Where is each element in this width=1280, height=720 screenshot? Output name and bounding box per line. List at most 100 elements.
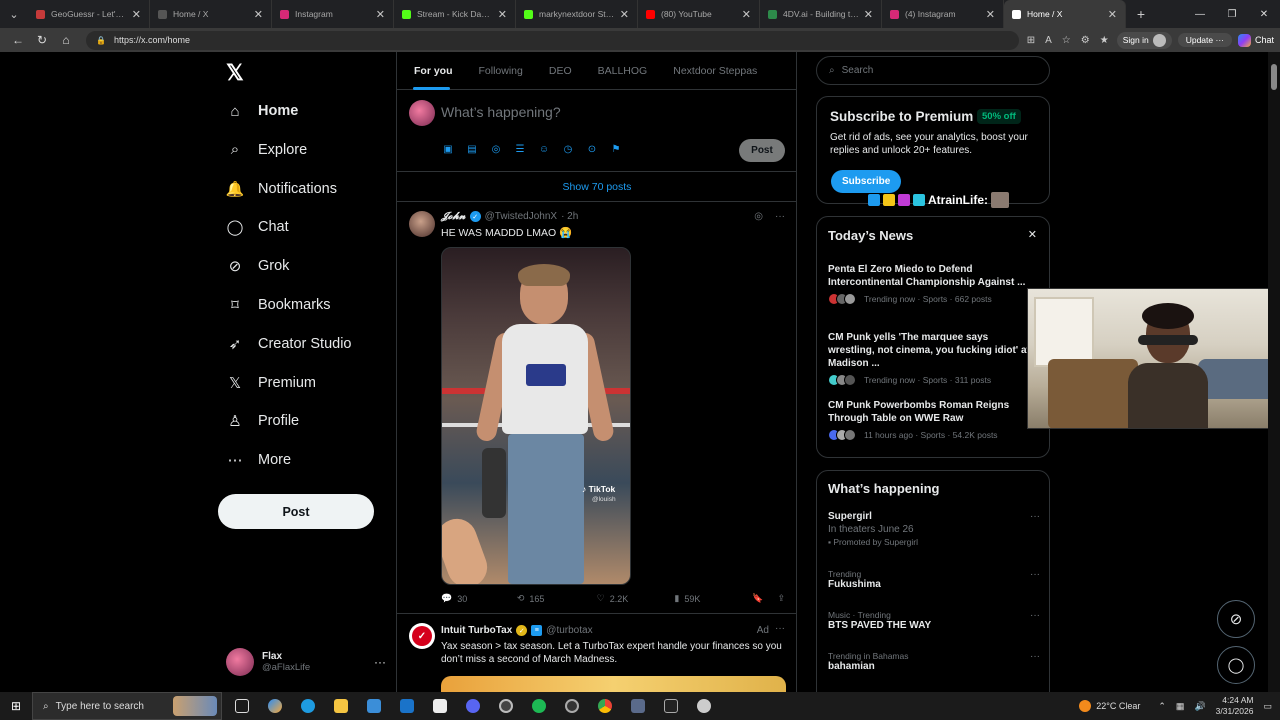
taskbar-search[interactable]: ⌕ Type here to search: [32, 692, 222, 720]
reply-button[interactable]: 💬 30: [441, 593, 517, 604]
location-icon[interactable]: ⊙: [585, 142, 599, 156]
messages-fab[interactable]: ◯: [1217, 646, 1255, 684]
grok-icon[interactable]: ◎: [489, 142, 503, 156]
more-dots-icon[interactable]: ···: [1030, 651, 1040, 662]
scroll-thumb[interactable]: [1271, 64, 1277, 90]
close-icon[interactable]: ✕: [1028, 228, 1037, 241]
refresh-icon[interactable]: ↻: [30, 33, 54, 47]
trend-item[interactable]: Supergirl In theaters June 26 ▪ Promoted b…: [828, 511, 1040, 547]
app-icon[interactable]: [556, 692, 587, 720]
tweet-time[interactable]: · 2h: [561, 211, 578, 222]
news-item[interactable]: Penta El Zero Miedo to Defend Interconti…: [828, 263, 1033, 305]
views-button[interactable]: ▮ 59K: [674, 593, 752, 604]
news-item[interactable]: CM Punk Powerbombs Roman Reigns Through …: [828, 399, 1033, 441]
file-explorer-icon[interactable]: [325, 692, 356, 720]
close-tab-icon[interactable]: ✕: [254, 8, 263, 21]
account-switcher[interactable]: Flax @aFlaxLife ···: [226, 644, 386, 680]
ad-author-handle[interactable]: @turbotax: [546, 625, 592, 636]
grok-icon[interactable]: ◎: [754, 211, 763, 222]
trend-item[interactable]: Trending Fukushima ···: [828, 569, 1040, 590]
nav-item-chat[interactable]: ◯ Chat: [226, 212, 289, 242]
tweet[interactable]: 𝓙𝓸𝓱𝓷 ✓ @TwistedJohnX · 2h ◎ ··· HE WAS M…: [397, 202, 796, 614]
trend-item[interactable]: Music · Trending BTS PAVED THE WAY ···: [828, 610, 1040, 631]
trend-item[interactable]: Trending in Bahamas bahamian ···: [828, 651, 1040, 672]
avatar[interactable]: ✓: [409, 623, 435, 649]
home-browser-icon[interactable]: ⌂: [54, 33, 78, 47]
schedule-icon[interactable]: ◷: [561, 142, 575, 156]
image-icon[interactable]: ▣: [441, 142, 455, 156]
nav-item-creator-studio[interactable]: ➶ Creator Studio: [226, 329, 352, 359]
chrome-icon[interactable]: [589, 692, 620, 720]
volume-icon[interactable]: 🔊: [1194, 701, 1205, 712]
more-dots-icon[interactable]: ···: [775, 211, 785, 222]
app-available-icon[interactable]: ⊞: [1027, 35, 1035, 46]
app-icon[interactable]: [490, 692, 521, 720]
favorite-icon[interactable]: ☆: [1062, 35, 1071, 46]
close-tab-icon[interactable]: ✕: [1108, 8, 1117, 21]
minimize-icon[interactable]: —: [1184, 9, 1216, 20]
obs-icon[interactable]: [655, 692, 686, 720]
close-tab-icon[interactable]: ✕: [864, 8, 873, 21]
nav-item-more[interactable]: ⋯ More: [226, 445, 292, 475]
task-view-icon[interactable]: [226, 692, 257, 720]
like-button[interactable]: ♡ 2.2K: [597, 593, 675, 604]
restore-icon[interactable]: ❐: [1216, 9, 1248, 20]
store-icon[interactable]: [358, 692, 389, 720]
read-aloud-icon[interactable]: A: [1045, 35, 1052, 46]
copilot-chat-button[interactable]: Chat: [1237, 33, 1274, 47]
gif-icon[interactable]: ▤: [465, 142, 479, 156]
favorites-icon[interactable]: ★: [1100, 35, 1109, 46]
browser-tab[interactable]: Stream - Kick Dashboard ✕: [394, 0, 516, 28]
page-scrollbar[interactable]: [1268, 52, 1280, 692]
copilot-app-icon[interactable]: [259, 692, 290, 720]
nav-item-profile[interactable]: ♙ Profile: [226, 406, 299, 436]
post-button[interactable]: Post: [218, 494, 374, 529]
file-icon[interactable]: [424, 692, 455, 720]
search-input[interactable]: ⌕ Search: [816, 56, 1050, 85]
browser-tab[interactable]: Instagram ✕: [272, 0, 394, 28]
spotify-icon[interactable]: [523, 692, 554, 720]
windows-start-icon[interactable]: ⊞: [0, 699, 32, 713]
app-icon[interactable]: [688, 692, 719, 720]
x-logo-icon[interactable]: 𝕏: [226, 62, 248, 84]
feed-tab[interactable]: BALLHOG: [585, 52, 661, 90]
extensions-icon[interactable]: ⚙: [1081, 35, 1090, 46]
show-new-posts[interactable]: Show 70 posts: [397, 172, 796, 202]
feed-tab[interactable]: DEO: [536, 52, 585, 90]
new-tab-button[interactable]: +: [1126, 6, 1156, 22]
close-tab-icon[interactable]: ✕: [742, 8, 751, 21]
compose-input[interactable]: What’s happening?: [441, 104, 561, 120]
close-tab-icon[interactable]: ✕: [132, 8, 141, 21]
sign-in-button[interactable]: Sign in: [1116, 31, 1172, 49]
news-item[interactable]: CM Punk yells 'The marquee says wrestlin…: [828, 331, 1033, 386]
network-icon[interactable]: ▦: [1176, 701, 1185, 712]
more-dots-icon[interactable]: ···: [1030, 511, 1040, 522]
back-icon[interactable]: ←: [6, 33, 30, 47]
repost-button[interactable]: ⟲ 165: [517, 593, 597, 604]
nav-item-bookmarks[interactable]: ⌑ Bookmarks: [226, 290, 330, 320]
feed-tab[interactable]: Nextdoor Steppas: [660, 52, 761, 90]
more-dots-icon[interactable]: ···: [775, 623, 785, 634]
weather-widget[interactable]: 22°C Clear: [1079, 700, 1140, 712]
grok-fab[interactable]: ⊘: [1217, 600, 1255, 638]
outlook-icon[interactable]: [391, 692, 422, 720]
notifications-icon[interactable]: ▭: [1263, 701, 1272, 712]
flag-icon[interactable]: ⚑: [609, 142, 623, 156]
browser-tab[interactable]: 4DV.ai - Building the fu ✕: [760, 0, 882, 28]
url-field[interactable]: 🔒 https://x.com/home: [86, 30, 1019, 50]
subscribe-button[interactable]: Subscribe: [831, 170, 902, 193]
emoji-icon[interactable]: ☺: [537, 142, 551, 156]
ad-media[interactable]: [441, 676, 786, 692]
tweet-author-handle[interactable]: @TwistedJohnX: [485, 211, 557, 222]
close-tab-icon[interactable]: ✕: [376, 8, 385, 21]
taskbar-clock[interactable]: 4:24 AM 3/31/2026: [1216, 695, 1254, 717]
more-dots-icon[interactable]: ···: [1030, 569, 1040, 580]
browser-tab[interactable]: Home / X ✕: [1004, 0, 1126, 28]
nav-item-explore[interactable]: ⌕ Explore: [226, 135, 307, 165]
more-dots-icon[interactable]: ···: [1030, 610, 1040, 621]
share-icon[interactable]: ⇪: [777, 593, 785, 604]
avatar[interactable]: [409, 211, 435, 237]
edge-icon[interactable]: [292, 692, 323, 720]
promoted-tweet[interactable]: ✓ Intuit TurboTax ✓ ≡ @turbotax Ad ··· Y…: [397, 614, 796, 692]
nav-item-premium[interactable]: 𝕏 Premium: [226, 368, 316, 398]
